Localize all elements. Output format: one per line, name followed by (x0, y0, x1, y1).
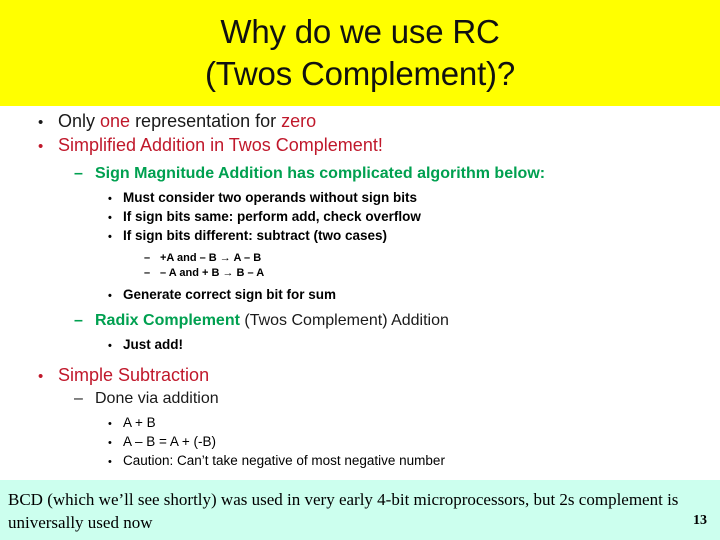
title-banner: Why do we use RC (Twos Complement)? (0, 0, 720, 106)
bullet-marker-icon: • (108, 193, 112, 205)
bullet-only-one-representation: • Only one representation for zero (0, 110, 720, 134)
bullet-done-via-addition: – Done via addition (0, 388, 720, 409)
bullet-must-consider-operands: • Must consider two operands without sig… (0, 189, 720, 208)
bullet-marker-icon: • (38, 114, 44, 131)
bullet-text: Just add! (123, 337, 184, 352)
bullet-radix-complement-addition: – Radix Complement (Twos Complement) Add… (0, 310, 720, 331)
bullet-marker-icon: • (108, 340, 112, 352)
bullet-text: A + B (123, 415, 156, 430)
bullet-just-add: • Just add! (0, 336, 720, 355)
bullet-a-plus-b: • A + B (0, 414, 720, 433)
bullet-marker-icon: • (108, 437, 112, 449)
bullet-simple-subtraction: • Simple Subtraction (0, 364, 720, 388)
bullet-text-pre: Only (58, 111, 101, 131)
bullet-text-mid: representation for (130, 111, 282, 131)
bullet-sign-bits-same: • If sign bits same: perform add, check … (0, 208, 720, 227)
bullet-text: Generate correct sign bit for sum (123, 287, 337, 302)
bullet-highlight-radix-complement: Radix Complement (95, 312, 240, 329)
bullet-marker-icon: • (108, 212, 112, 224)
page-title-line-1: Why do we use RC (220, 13, 500, 50)
footer-note: BCD (which we’ll see shortly) was used i… (8, 490, 679, 532)
dash-marker-icon: – (144, 267, 151, 279)
page-number: 13 (693, 513, 707, 528)
bullet-caution-most-negative-number: • Caution: Can’t take negative of most n… (0, 452, 720, 471)
bullet-generate-correct-sign-bit: • Generate correct sign bit for sum (0, 286, 720, 305)
bullet-case-negative-a-positive-b: – – A and + B → B – A (0, 266, 720, 281)
slide-content: • Only one representation for zero • Sim… (0, 110, 720, 471)
dash-marker-icon: – (74, 165, 83, 182)
bullet-a-minus-b-identity: • A – B = A + (-B) (0, 433, 720, 452)
dash-marker-icon: – (74, 312, 83, 329)
bullet-text: Done via addition (95, 390, 219, 407)
bullet-text: Only one representation for zero (58, 110, 316, 133)
bullet-text: – A and + B → B – A (160, 267, 265, 279)
bullet-simplified-addition: • Simplified Addition in Twos Complement… (0, 134, 720, 158)
bullet-text: If sign bits same: perform add, check ov… (123, 209, 421, 224)
bullet-text: +A and – B → A – B (160, 252, 262, 264)
bullet-text: If sign bits different: subtract (two ca… (123, 228, 388, 243)
bullet-text-rest: (Twos Complement) Addition (239, 312, 449, 329)
bullet-marker-icon: • (108, 418, 112, 430)
bullet-text: Simple Subtraction (58, 365, 210, 385)
bullet-highlight-one: one (100, 111, 131, 131)
bullet-marker-icon: • (108, 290, 112, 302)
bullet-text: Simplified Addition in Twos Complement! (58, 135, 383, 155)
bullet-text: Radix Complement (Twos Complement) Addit… (95, 310, 449, 331)
bullet-text: Must consider two operands without sign … (123, 190, 418, 205)
bullet-marker-icon: • (38, 368, 44, 385)
bullet-sign-magnitude-addition: – Sign Magnitude Addition has complicate… (0, 163, 720, 184)
bullet-sign-bits-different: • If sign bits different: subtract (two … (0, 227, 720, 246)
dash-marker-icon: – (144, 252, 151, 264)
bullet-case-positive-a-negative-b: – +A and – B → A – B (0, 251, 720, 266)
bullet-text: Caution: Can’t take negative of most neg… (123, 453, 445, 468)
bullet-text: Sign Magnitude Addition has complicated … (95, 165, 546, 182)
bullet-marker-icon: • (108, 231, 112, 243)
bullet-marker-icon: • (108, 456, 112, 468)
bullet-text: A – B = A + (-B) (123, 434, 217, 449)
page-title-line-2: (Twos Complement)? (205, 55, 515, 92)
footer-bar: BCD (which we’ll see shortly) was used i… (0, 480, 720, 540)
bullet-marker-icon: • (38, 138, 44, 155)
bullet-highlight-zero: zero (281, 111, 317, 131)
dash-marker-icon: – (74, 390, 83, 407)
